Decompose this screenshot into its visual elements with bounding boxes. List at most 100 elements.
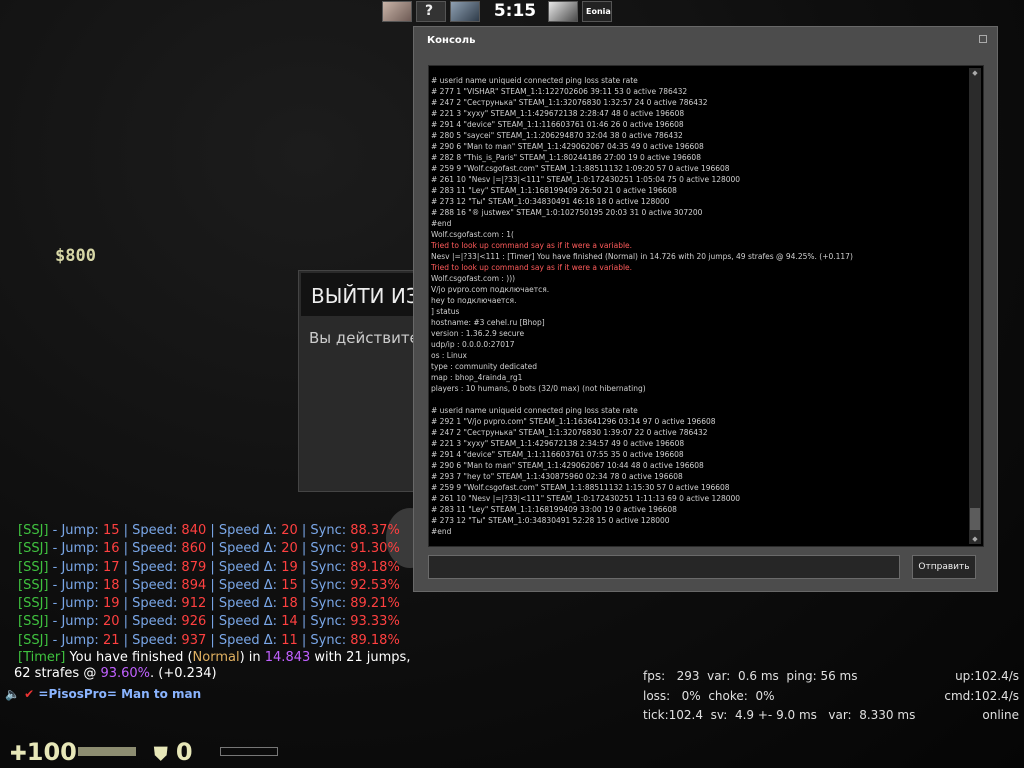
ssj-sync: 88.37% [350, 523, 400, 538]
send-button[interactable]: Отправить [912, 555, 976, 579]
ssj-jump-lbl: - Jump: [48, 632, 103, 648]
ssj-sync: 93.33% [350, 614, 400, 630]
chat-ssj-list: [SSJ] - Jump: 15 | Speed: 840 | Speed Δ:… [18, 522, 410, 650]
ssj-jump: 19 [102, 596, 120, 612]
timer-text: 62 strafes @ [14, 666, 101, 682]
killfeed-text: =PisosPro= Man to man [38, 687, 202, 701]
console-line: Nesv |=|?33|<111 : [Timer] You have fini… [431, 252, 853, 261]
scrollbar-thumb[interactable] [970, 508, 980, 530]
ssj-speed-lbl: | Speed: [119, 559, 182, 575]
console-line: V/jo pvpro.com подключается. [431, 285, 550, 294]
console-window[interactable]: Консоль # userid name uniqueid connected… [413, 26, 998, 592]
ssj-delta: 19 [281, 559, 298, 575]
console-line: #end [431, 527, 452, 536]
netgraph-cmd: cmd:102.4/s [944, 688, 1019, 703]
ssj-speed-lbl: | Speed: [119, 596, 182, 612]
ssj-sync: 89.21% [350, 596, 400, 612]
ssj-sync-lbl: | Sync: [297, 559, 351, 575]
ssj-delta: 20 [281, 541, 298, 557]
player-avatar-unknown: ? [416, 1, 446, 22]
ssj-speed-lbl: | Speed: [119, 577, 182, 593]
ssj-jump-lbl: - Jump: [48, 523, 103, 538]
ssj-tag: [SSJ] [18, 541, 49, 557]
chat-timer-message: [Timer] You have finished (Normal) in 14… [14, 650, 410, 682]
question-mark: ? [425, 3, 434, 19]
quit-dialog-header: ВЫЙТИ ИЗ [301, 273, 429, 316]
ssj-sync-lbl: | Sync: [297, 614, 351, 630]
ssj-speed: 879 [181, 559, 207, 575]
chat-ssj-row: [SSJ] - Jump: 19 | Speed: 912 | Speed Δ:… [18, 595, 410, 613]
netgraph-up: up:102.4/s [955, 669, 1019, 683]
console-line: # 290 6 "Man to man" STEAM_1:1:429062067… [431, 142, 704, 151]
ssj-speed: 912 [181, 596, 207, 612]
scroll-up-icon[interactable]: ◆ [969, 68, 981, 78]
ssj-sync-lbl: | Sync: [297, 523, 351, 538]
killfeed: 🔈 ✔ =PisosPro= Man to man [5, 687, 201, 701]
ssj-jump-lbl: - Jump: [48, 577, 103, 593]
console-scrollbar[interactable]: ◆ ◆ [969, 68, 981, 544]
ssj-jump-lbl: - Jump: [48, 614, 103, 630]
timer-tag: [Timer] [18, 650, 66, 666]
ssj-speed-lbl: | Speed: [119, 523, 182, 538]
player-avatar [548, 1, 578, 22]
maximize-icon[interactable] [979, 35, 987, 43]
ssj-jump-lbl: - Jump: [48, 596, 103, 612]
ssj-delta: 18 [281, 596, 298, 612]
ssj-jump: 18 [102, 577, 120, 593]
console-line: hey to подключается. [431, 296, 517, 305]
ssj-speed: 937 [181, 632, 207, 648]
ssj-delta-lbl: | Speed Δ: [206, 541, 282, 557]
console-line: # userid name uniqueid connected ping lo… [431, 76, 638, 85]
console-log: # userid name uniqueid connected ping lo… [431, 75, 963, 537]
ssj-speed-lbl: | Speed: [119, 541, 182, 557]
console-line: # userid name uniqueid connected ping lo… [431, 406, 638, 415]
console-line: # 259 9 "Wolf.csgofast.com" STEAM_1:1:88… [431, 164, 730, 173]
health-display: ✚100 [10, 738, 77, 766]
scroll-down-icon[interactable]: ◆ [969, 534, 981, 544]
console-line: # 280 5 "saycei" STEAM_1:1:206294870 32:… [431, 131, 683, 140]
ssj-tag: [SSJ] [18, 614, 49, 630]
ssj-tag: [SSJ] [18, 559, 49, 575]
timer-text: . (+0.234) [150, 666, 217, 682]
chat-ssj-row: [SSJ] - Jump: 20 | Speed: 926 | Speed Δ:… [18, 613, 410, 631]
player-avatar [382, 1, 412, 22]
console-line: # 273 12 "Ты" STEAM_1:0:34830491 46:18 1… [431, 197, 670, 206]
console-line: # 282 8 "This_is_Paris" STEAM_1:1:802441… [431, 153, 701, 162]
console-error-line: Tried to look up command say as if it we… [431, 263, 633, 272]
ssj-delta: 20 [281, 523, 298, 538]
netgraph-tick: tick:102.4 sv: 4.9 +- 9.0 ms var: 8.330 … [643, 708, 916, 722]
ssj-delta-lbl: | Speed Δ: [206, 577, 282, 593]
ssj-sync: 92.53% [350, 577, 400, 593]
console-line: ] status [431, 307, 460, 316]
ssj-jump-lbl: - Jump: [48, 559, 103, 575]
ssj-tag: [SSJ] [18, 523, 49, 538]
health-cross-icon: ✚ [10, 741, 27, 765]
console-line: version : 1.36.2.9 secure [431, 329, 525, 338]
avatar-label: Eonia [586, 7, 611, 16]
netgraph-status: online [982, 708, 1019, 722]
console-line: players : 10 humans, 0 bots (32/0 max) (… [431, 384, 646, 393]
console-line: # 247 2 "Сеструнька" STEAM_1:1:32076830 … [431, 428, 708, 437]
ssj-delta-lbl: | Speed Δ: [206, 559, 282, 575]
console-line: type : community dedicated [431, 362, 537, 371]
ssj-jump: 20 [102, 614, 120, 630]
ssj-delta: 11 [281, 632, 298, 648]
chat-box: [SSJ] - Jump: 15 | Speed: 840 | Speed Δ:… [14, 522, 410, 682]
timer-style: Normal [192, 650, 240, 666]
ssj-sync: 89.18% [350, 559, 400, 575]
ssj-jump: 21 [102, 632, 120, 648]
console-line: # 277 1 "VISHAR" STEAM_1:1:122702606 39:… [431, 87, 688, 96]
quit-dialog-text: Вы действите [309, 329, 419, 347]
health-bar [78, 747, 136, 756]
console-line: # 291 4 "device" STEAM_1:1:116603761 07:… [431, 450, 684, 459]
ssj-delta-lbl: | Speed Δ: [206, 632, 282, 648]
round-scoreboard: ? 5:15 Eonia [382, 0, 614, 24]
timer-text: ) in [239, 650, 265, 666]
console-line: # 259 9 "Wolf.csgofast.com" STEAM_1:1:88… [431, 483, 730, 492]
player-avatar [450, 1, 480, 22]
console-line: # 291 4 "device" STEAM_1:1:116603761 01:… [431, 120, 684, 129]
ssj-speed: 926 [181, 614, 207, 630]
console-output[interactable]: # userid name uniqueid connected ping lo… [428, 65, 984, 547]
console-input[interactable] [428, 555, 900, 579]
console-line: # 293 7 "hey to" STEAM_1:1:430875960 02:… [431, 472, 683, 481]
